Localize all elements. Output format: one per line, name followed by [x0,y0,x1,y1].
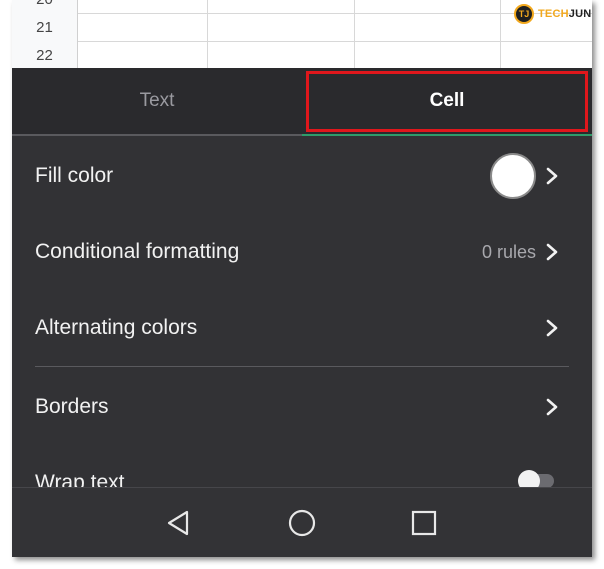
chevron-right-icon [545,166,559,186]
sheet-row[interactable]: 21 [12,14,592,42]
logo-badge: TJ [514,4,534,24]
chevron-right-icon [545,397,559,417]
conditional-formatting-row[interactable]: Conditional formatting 0 rules [12,214,592,290]
logo-text: TECHJUNKIE [538,8,592,20]
android-nav-bar [12,487,592,557]
fill-color-swatch[interactable] [490,153,536,199]
highlight-box [306,71,588,132]
chevron-right-icon [545,318,559,338]
row-header[interactable]: 22 [12,42,78,70]
format-panel: Text Cell Fill color Conditional formatt… [12,68,592,557]
tab-text[interactable]: Text [12,68,302,134]
active-tab-indicator [302,134,592,136]
section-divider [35,366,569,367]
conditional-formatting-label: Conditional formatting [35,240,240,263]
wrap-text-toggle[interactable] [518,470,554,492]
borders-label: Borders [35,395,109,418]
logo-text-tech: TECH [538,8,569,20]
rules-count: 0 rules [481,241,536,262]
tab-underline [12,134,302,136]
spreadsheet-grid: 20 21 22 TJ TECHJUNKIE [12,0,592,70]
chevron-right-icon [545,242,559,262]
back-icon[interactable] [160,505,196,541]
borders-row[interactable]: Borders [12,369,592,445]
column-divider [354,0,355,70]
row-header[interactable]: 21 [12,14,78,42]
techjunkie-logo: TJ TECHJUNKIE [514,3,592,25]
logo-text-junkie: JUNKIE [568,8,592,20]
recents-icon[interactable] [406,505,442,541]
sheet-row[interactable]: 20 [12,0,592,14]
fill-color-row[interactable]: Fill color [12,138,592,214]
format-tabs: Text Cell [12,68,592,136]
alternating-colors-label: Alternating colors [35,316,198,339]
home-icon[interactable] [284,505,320,541]
screenshot-frame: 20 21 22 TJ TECHJUNKIE Text Cell Fill co… [12,0,592,557]
column-divider [207,0,208,70]
alternating-colors-row[interactable]: Alternating colors [12,290,592,366]
column-divider [500,0,501,70]
row-header[interactable]: 20 [12,0,78,14]
fill-color-label: Fill color [35,164,114,187]
sheet-row[interactable]: 22 [12,42,592,70]
